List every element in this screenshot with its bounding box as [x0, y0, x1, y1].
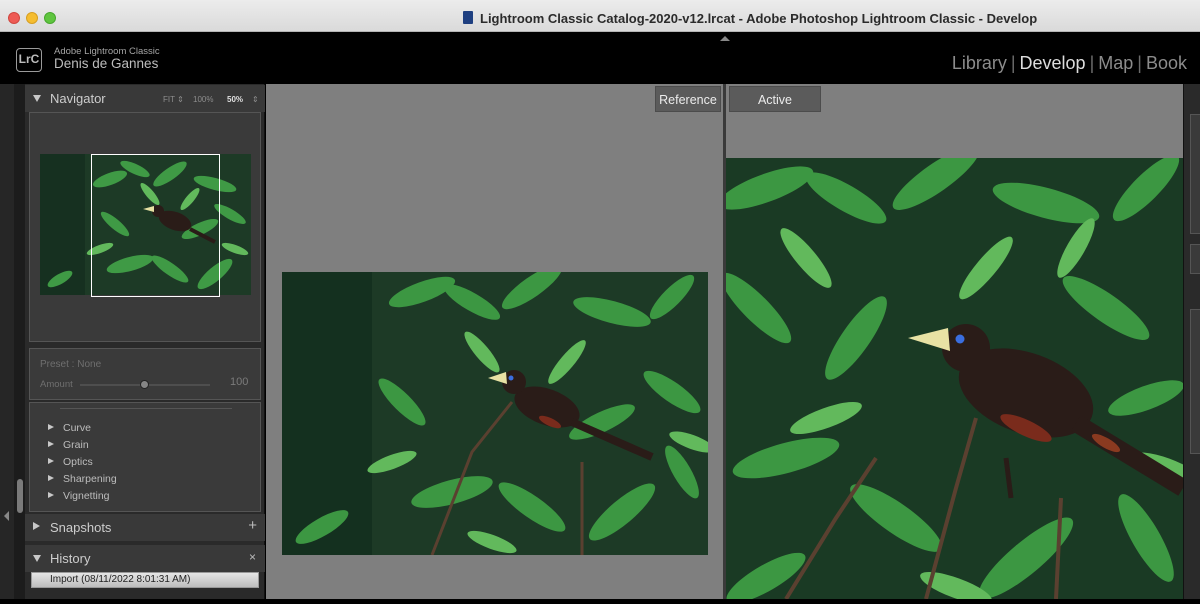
history-title: History: [50, 551, 91, 566]
expand-triangle-icon[interactable]: [33, 522, 40, 530]
snapshots-title: Snapshots: [50, 520, 112, 535]
list-divider: [60, 408, 232, 409]
expand-triangle-icon[interactable]: [48, 475, 54, 481]
zoom-100-button[interactable]: 100%: [193, 95, 213, 104]
preset-folder-vignetting[interactable]: Vignetting: [30, 488, 260, 505]
reference-photo-image: [282, 264, 715, 556]
reference-pane[interactable]: Reference: [266, 84, 723, 599]
preset-folder-curve[interactable]: Curve: [30, 420, 260, 437]
history-header[interactable]: History ×: [25, 545, 265, 572]
navigator-zoom-rectangle[interactable]: [91, 154, 220, 297]
preset-folder-list: Curve Grain Optics Sharpening Vignetting: [29, 402, 261, 512]
expand-triangle-icon[interactable]: [48, 492, 54, 498]
left-panel-scrollbar[interactable]: [14, 84, 25, 599]
active-label: Active: [729, 86, 821, 112]
module-map[interactable]: Map: [1098, 53, 1133, 73]
reference-photo[interactable]: [282, 264, 715, 556]
identity-plate-bar: LrC Adobe Lightroom Classic Denis de Gan…: [0, 32, 1200, 84]
preset-folder-label: Vignetting: [63, 490, 110, 502]
preset-label: Preset : None: [40, 359, 102, 370]
module-library[interactable]: Library: [952, 53, 1007, 73]
preset-folder-label: Curve: [63, 422, 92, 434]
navigator-thumbnail[interactable]: [40, 154, 251, 297]
amount-value[interactable]: 100: [230, 376, 248, 388]
navigator-preview[interactable]: [29, 112, 261, 342]
navigator-header[interactable]: Navigator FIT ⇕ 100% 50% ⇕: [25, 85, 265, 112]
collapse-triangle-icon[interactable]: [33, 95, 41, 102]
module-separator: |: [1010, 53, 1016, 73]
catalog-document-icon: [463, 11, 473, 24]
snapshots-header[interactable]: Snapshots +: [25, 514, 265, 541]
expand-triangle-icon[interactable]: [48, 458, 54, 464]
expand-triangle-icon[interactable]: [48, 441, 54, 447]
window-title-bar: Lightroom Classic Catalog-2020-v12.lrcat…: [0, 0, 1200, 32]
add-snapshot-icon[interactable]: +: [248, 517, 257, 534]
left-panel-toggle-icon[interactable]: [4, 511, 9, 521]
preset-folder-label: Grain: [63, 439, 89, 451]
compare-view: Reference Active: [266, 84, 1200, 604]
module-picker: Library | Develop | Map | Book: [952, 53, 1187, 74]
zoom-fit-button[interactable]: FIT ⇕: [163, 95, 184, 104]
right-panel-tool-strip[interactable]: [1190, 244, 1200, 274]
amount-label: Amount: [40, 379, 73, 390]
zoom-window-button[interactable]: [44, 12, 56, 24]
top-panel-toggle-icon[interactable]: [720, 36, 730, 41]
module-separator: |: [1089, 53, 1095, 73]
reference-label: Reference: [655, 86, 721, 112]
collapse-triangle-icon[interactable]: [33, 555, 41, 562]
module-separator: |: [1137, 53, 1142, 73]
right-panel-edge: [1183, 84, 1200, 599]
left-panel: Navigator FIT ⇕ 100% 50% ⇕ Preset: None…: [25, 84, 265, 599]
left-panel-edge: [0, 84, 14, 599]
clear-history-icon[interactable]: ×: [249, 550, 256, 564]
active-photo-image: [718, 146, 1200, 604]
close-window-button[interactable]: [8, 12, 20, 24]
module-develop[interactable]: Develop: [1020, 53, 1086, 73]
zoom-options-icon[interactable]: ⇕: [252, 95, 259, 104]
preset-amount-box: Preset : None Amount 100: [29, 348, 261, 400]
preset-folder-grain[interactable]: Grain: [30, 437, 260, 454]
right-panel-histogram: [1190, 114, 1200, 234]
active-pane[interactable]: Active: [718, 84, 1200, 604]
lightroom-logo-icon: LrC: [16, 48, 42, 72]
navigator-title: Navigator: [50, 91, 106, 106]
scrollbar-thumb[interactable]: [17, 479, 23, 513]
expand-triangle-icon[interactable]: [48, 424, 54, 430]
minimize-window-button[interactable]: [26, 12, 38, 24]
amount-slider-thumb[interactable]: [140, 380, 149, 389]
history-step[interactable]: Import (08/11/2022 8:01:31 AM): [31, 572, 259, 588]
active-photo[interactable]: [718, 146, 1200, 604]
preset-folder-label: Optics: [63, 456, 93, 468]
preset-folder-optics[interactable]: Optics: [30, 454, 260, 471]
identity-user-name: Denis de Gannes: [54, 56, 159, 71]
preset-folder-label: Sharpening: [63, 473, 117, 485]
window-title: Lightroom Classic Catalog-2020-v12.lrcat…: [480, 11, 1038, 26]
module-book[interactable]: Book: [1146, 53, 1187, 73]
zoom-50-button[interactable]: 50%: [227, 95, 243, 104]
preset-folder-sharpening[interactable]: Sharpening: [30, 471, 260, 488]
right-panel-basic[interactable]: [1190, 309, 1200, 454]
